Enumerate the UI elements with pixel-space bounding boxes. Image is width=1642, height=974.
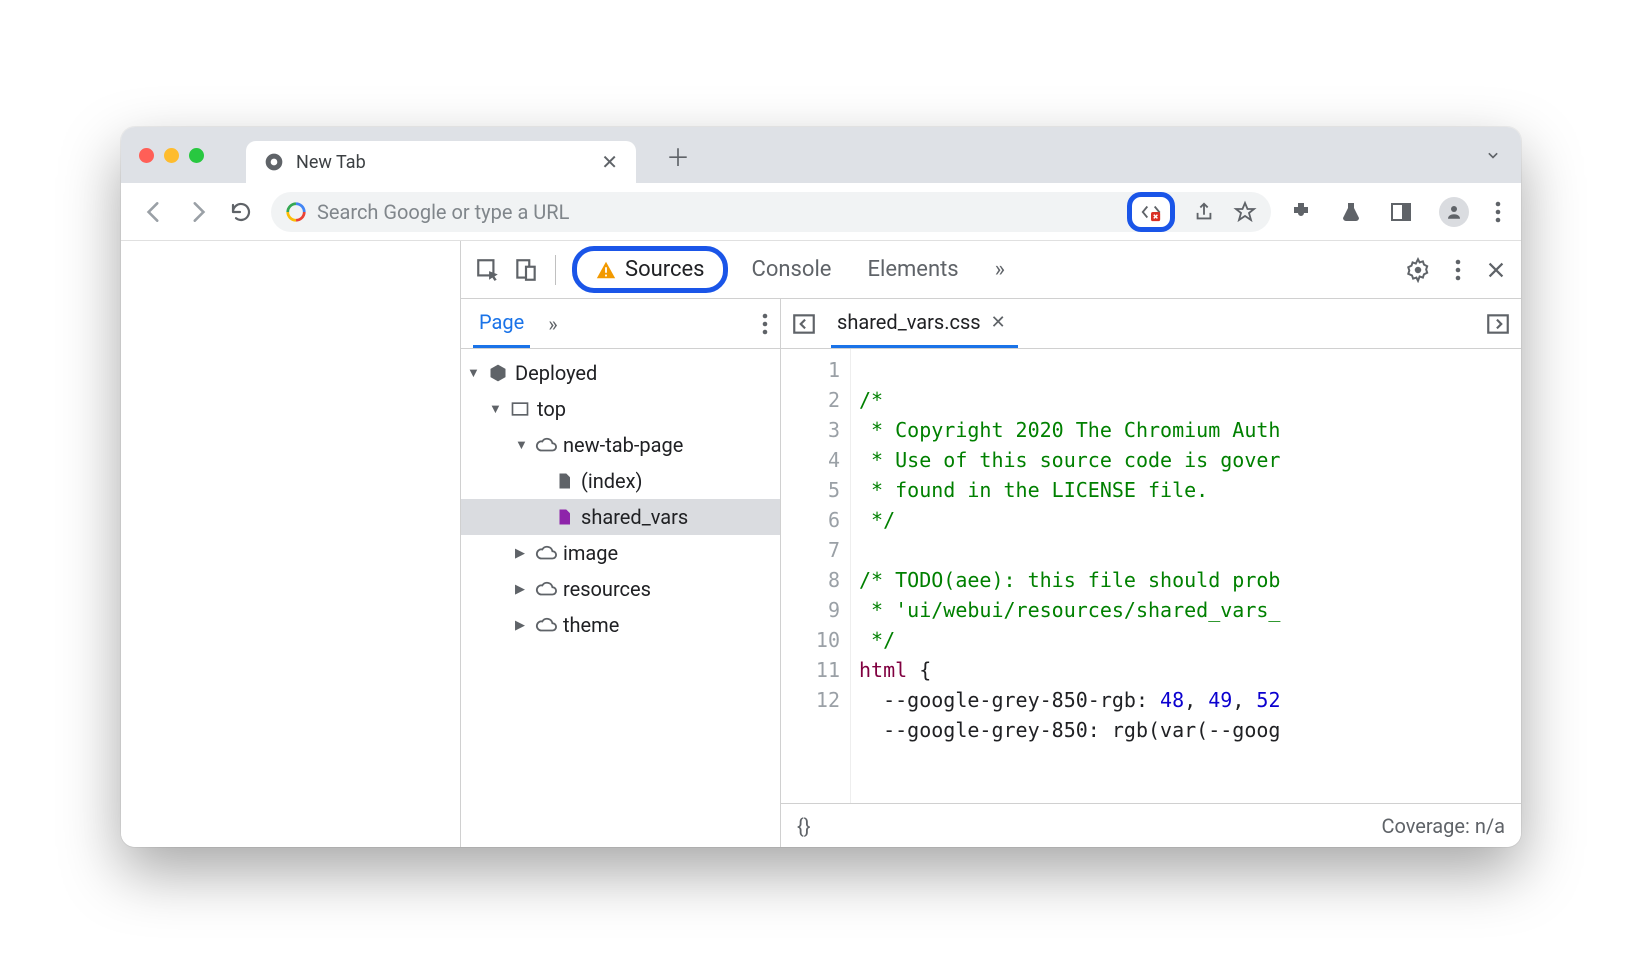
content-area: Sources Console Elements » Page » xyxy=(121,241,1521,847)
editor-tabbar: shared_vars.css ✕ xyxy=(781,299,1521,349)
tree-resources[interactable]: ▶ resources xyxy=(461,571,780,607)
pretty-print-button[interactable]: {} xyxy=(797,814,811,838)
page-viewport xyxy=(121,241,461,847)
show-navigator-icon[interactable] xyxy=(791,311,817,337)
window-minimize-button[interactable] xyxy=(164,148,179,163)
browser-toolbar: Search Google or type a URL xyxy=(121,183,1521,241)
cloud-icon xyxy=(535,578,557,600)
device-toggle-icon[interactable] xyxy=(513,257,539,283)
window-close-button[interactable] xyxy=(139,148,154,163)
tab-elements[interactable]: Elements xyxy=(855,251,970,288)
window-controls xyxy=(139,148,204,163)
devtools-indicator-highlight xyxy=(1127,192,1175,232)
reload-button[interactable] xyxy=(229,200,253,224)
tree-origin[interactable]: ▼ new-tab-page xyxy=(461,427,780,463)
bookmark-star-icon[interactable] xyxy=(1233,200,1257,224)
forward-button[interactable] xyxy=(185,199,211,225)
tree-top[interactable]: ▼ top xyxy=(461,391,780,427)
file-icon xyxy=(553,507,575,527)
separator xyxy=(555,255,556,285)
file-tree: ▼ Deployed ▼ top ▼ new-tab-page xyxy=(461,349,780,847)
share-icon[interactable] xyxy=(1193,201,1215,223)
tab-close-button[interactable]: ✕ xyxy=(601,150,618,174)
back-button[interactable] xyxy=(141,199,167,225)
close-icon[interactable] xyxy=(1485,259,1507,281)
cloud-icon xyxy=(535,542,557,564)
warning-icon xyxy=(595,259,617,281)
devtools-menu-icon[interactable] xyxy=(1455,259,1461,281)
tree-index[interactable]: (index) xyxy=(461,463,780,499)
source-editor: shared_vars.css ✕ 123456789101112 /* * C… xyxy=(781,299,1521,847)
tab-title: New Tab xyxy=(296,152,366,173)
sources-navigator: Page » ▼ Deployed ▼ top xyxy=(461,299,781,847)
tree-image[interactable]: ▶ image xyxy=(461,535,780,571)
tab-console[interactable]: Console xyxy=(740,251,844,288)
extensions-icon[interactable] xyxy=(1289,200,1313,224)
chrome-icon xyxy=(264,152,284,172)
gear-icon[interactable] xyxy=(1405,257,1431,283)
file-tab[interactable]: shared_vars.css ✕ xyxy=(831,299,1018,348)
browser-tab[interactable]: New Tab ✕ xyxy=(246,141,636,183)
toolbar-actions xyxy=(1289,197,1501,227)
labs-icon[interactable] xyxy=(1339,200,1363,224)
omnibox-placeholder: Search Google or type a URL xyxy=(317,200,569,224)
address-bar[interactable]: Search Google or type a URL xyxy=(271,192,1271,232)
devtools-tabbar: Sources Console Elements » xyxy=(461,241,1521,299)
new-tab-button[interactable]: ＋ xyxy=(666,138,690,173)
show-debugger-icon[interactable] xyxy=(1485,311,1511,337)
tree-shared-vars[interactable]: shared_vars xyxy=(461,499,780,535)
devtools-error-icon[interactable] xyxy=(1140,201,1162,223)
code-text: /* * Copyright 2020 The Chromium Auth * … xyxy=(851,349,1521,803)
tab-strip: New Tab ✕ ＋ xyxy=(121,127,1521,183)
cloud-icon xyxy=(535,434,557,456)
tab-list-button[interactable] xyxy=(1483,145,1503,165)
code-view[interactable]: 123456789101112 /* * Copyright 2020 The … xyxy=(781,349,1521,803)
line-gutter: 123456789101112 xyxy=(781,349,851,803)
cube-icon xyxy=(487,363,509,383)
window-maximize-button[interactable] xyxy=(189,148,204,163)
file-icon xyxy=(553,471,575,491)
navigator-tab-page[interactable]: Page xyxy=(473,299,530,348)
frame-icon xyxy=(509,399,531,419)
inspect-element-icon[interactable] xyxy=(475,257,501,283)
tab-sources[interactable]: Sources xyxy=(572,246,728,293)
navigator-tabs: Page » xyxy=(461,299,780,349)
tree-deployed[interactable]: ▼ Deployed xyxy=(461,355,780,391)
browser-menu-icon[interactable] xyxy=(1495,201,1501,223)
editor-footer: {} Coverage: n/a xyxy=(781,803,1521,847)
sidepanel-icon[interactable] xyxy=(1389,200,1413,224)
navigator-tab-overflow[interactable]: » xyxy=(548,312,557,336)
profile-button[interactable] xyxy=(1439,197,1469,227)
google-icon xyxy=(285,201,307,223)
tab-overflow[interactable]: » xyxy=(983,251,1017,288)
browser-window: New Tab ✕ ＋ Search Google or type a URL xyxy=(121,127,1521,847)
coverage-status: Coverage: n/a xyxy=(1381,814,1505,838)
file-tab-close-icon[interactable]: ✕ xyxy=(991,312,1006,333)
cloud-icon xyxy=(535,614,557,636)
devtools-panel: Sources Console Elements » Page » xyxy=(461,241,1521,847)
tree-theme[interactable]: ▶ theme xyxy=(461,607,780,643)
navigator-menu-icon[interactable] xyxy=(762,313,768,335)
